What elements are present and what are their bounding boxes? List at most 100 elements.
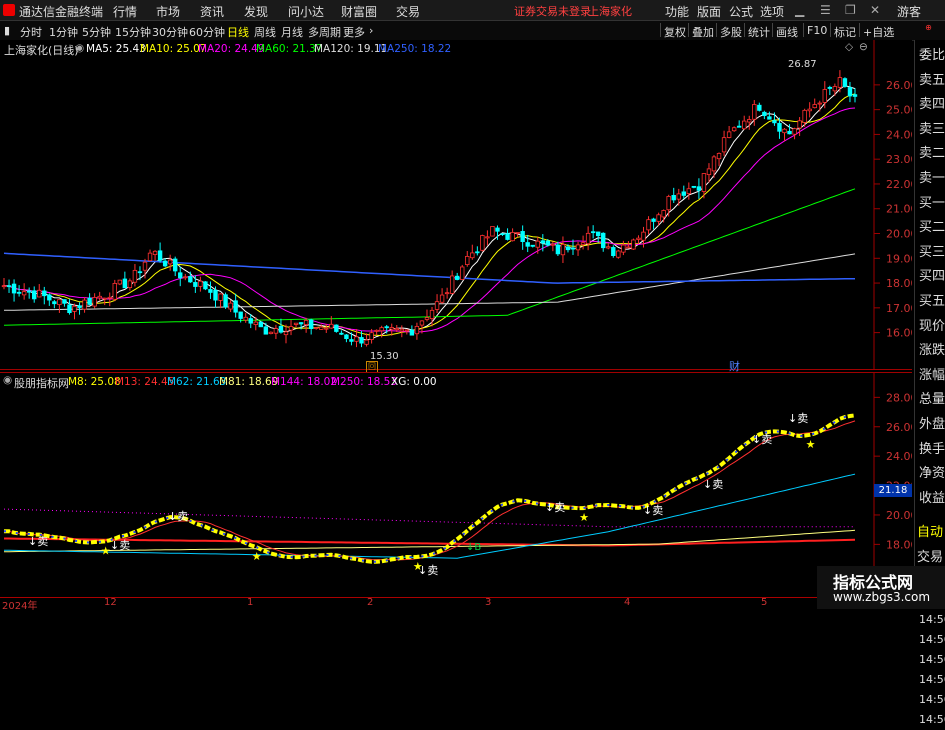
legend-toggle-icon[interactable]: ◉ (75, 42, 84, 54)
candle-body (424, 317, 430, 320)
panel-field-10[interactable]: 买五 (917, 290, 945, 315)
period-multi[interactable]: 多周期 (308, 24, 341, 40)
tool-draw[interactable]: 画线 (776, 24, 798, 40)
candle-body (434, 301, 440, 310)
menu-item-news[interactable]: 资讯 (200, 3, 224, 20)
period-intraday[interactable]: 分时 (20, 24, 42, 40)
panel-field-12[interactable]: 涨跌 (917, 339, 945, 364)
menu-item-wealth[interactable]: 财富圈 (341, 3, 377, 20)
sub-legend-toggle-icon[interactable]: ◉ (3, 374, 12, 386)
candle-body (273, 328, 279, 334)
legend-ma120: MA120: 19.11 (314, 43, 388, 55)
x-label-12: 12 (104, 597, 117, 608)
auto-trade-label[interactable]: 自动 (915, 521, 945, 546)
buy-signal: ↓B (466, 542, 482, 553)
panel-field-6[interactable]: 买一 (917, 192, 945, 217)
candle-body (510, 232, 515, 242)
legend-m13: M13: 24.45 (115, 376, 175, 388)
legend-m81: M81: 18.69 (219, 376, 279, 388)
candle-body (117, 279, 123, 285)
menu-options[interactable]: 选项 (760, 3, 784, 20)
candle-body (721, 137, 727, 153)
candle-body (752, 104, 757, 120)
period-daily[interactable]: 日线 (227, 24, 249, 40)
sell-signal-8: ↓卖 (788, 412, 809, 425)
close-icon[interactable]: ✕ (870, 3, 880, 17)
panel-field-1[interactable]: 卖五 (917, 69, 945, 94)
panel-field-3[interactable]: 卖三 (917, 118, 945, 143)
more-dropdown-icon[interactable]: › (369, 24, 373, 37)
panel-field-8[interactable]: 买三 (917, 241, 945, 266)
panel-field-9[interactable]: 买四 (917, 265, 945, 290)
period-60min[interactable]: 60分钟 (189, 24, 225, 40)
panel-field-14[interactable]: 总量 (917, 388, 945, 413)
period-1min[interactable]: 1分钟 (49, 24, 78, 40)
period-15min[interactable]: 15分钟 (115, 24, 151, 40)
candle-body (167, 259, 173, 265)
panel-field-13[interactable]: 涨幅 (917, 364, 945, 389)
minimize-icon[interactable]: ▁ (795, 3, 804, 17)
panel-field-4[interactable]: 卖二 (917, 142, 945, 167)
legend-ma10: MA10: 25.07 (140, 43, 207, 55)
candle-body (847, 87, 853, 97)
collapse-icon[interactable]: ⊖ (859, 41, 868, 53)
period-weekly[interactable]: 周线 (254, 24, 276, 40)
candle-body (475, 251, 480, 254)
main-legend: 上海家化(日线) ◉ MA5: 25.43 MA10: 25.07 MA20: … (0, 40, 874, 57)
panel-field-5[interactable]: 卖一 (917, 167, 945, 192)
period-more[interactable]: 更多 (343, 24, 365, 40)
panel-field-15[interactable]: 外盘 (917, 413, 945, 438)
panel-field-11[interactable]: 现价 (917, 315, 945, 340)
candle-body (696, 186, 702, 191)
tool-add-watchlist[interactable]: +自选 (863, 24, 894, 40)
candle-body (278, 325, 284, 333)
panel-field-16[interactable]: 换手 (917, 438, 945, 463)
panel-field-18[interactable]: 收益 (917, 487, 945, 512)
candle-body (822, 89, 827, 103)
diamond-icon[interactable]: ◇ (845, 41, 853, 53)
login-status[interactable]: 证券交易未登录 (514, 3, 591, 19)
menu-item-market[interactable]: 行情 (113, 3, 137, 20)
candle-body (364, 339, 369, 345)
panel-field-0[interactable]: 委比 (917, 44, 945, 69)
candle-body (777, 122, 782, 132)
menu-layout[interactable]: 版面 (697, 3, 721, 20)
menu-item-ask[interactable]: 问小达 (288, 3, 324, 20)
period-monthly[interactable]: 月线 (281, 24, 303, 40)
tool-adjust[interactable]: 复权 (664, 24, 686, 40)
menu-formula[interactable]: 公式 (729, 3, 753, 20)
restore-icon[interactable]: ❐ (845, 3, 856, 17)
period-5min[interactable]: 5分钟 (82, 24, 111, 40)
panel-field-7[interactable]: 买二 (917, 216, 945, 241)
menu-item-markets[interactable]: 市场 (156, 3, 180, 20)
candle-body (842, 78, 848, 87)
menu-item-trade[interactable]: 交易 (396, 3, 420, 20)
candle-body (243, 316, 248, 321)
settings-icon[interactable]: ☰ (820, 3, 831, 17)
tool-mark[interactable]: 标记 (834, 24, 856, 40)
indicator-chart[interactable]: 28.0026.0024.0022.0020.0018.00 ★★★★★★ (0, 372, 912, 597)
candlestick-chart[interactable]: 26.00 25.00 24.00 23.00 22.00 21.00 20.00 19.00… (0, 40, 912, 370)
candle-body (248, 318, 253, 324)
buy-star-icon: ★ (252, 550, 262, 563)
tool-stats[interactable]: 统计 (748, 24, 770, 40)
candle-body (419, 320, 425, 326)
tool-overlay[interactable]: 叠加 (692, 24, 714, 40)
main-ytick-label: 18.00 (886, 277, 912, 290)
candle-body (162, 260, 168, 267)
sub-ytick-label: 20.00 (886, 509, 912, 522)
menu-function[interactable]: 功能 (665, 3, 689, 20)
tool-f10[interactable]: F10 (807, 24, 827, 37)
tool-multi-stock[interactable]: 多股 (720, 24, 742, 40)
menu-item-discover[interactable]: 发现 (244, 3, 268, 20)
candle-body (62, 299, 67, 304)
period-30min[interactable]: 30分钟 (152, 24, 188, 40)
legend-ma20: MA20: 24.49 (198, 43, 265, 55)
sub-legend: ◉ 股朋指标网 M8: 25.08 M13: 24.45 M62: 21.63 … (0, 374, 874, 390)
panel-field-2[interactable]: 卖四 (917, 93, 945, 118)
candle-body (852, 94, 858, 97)
guest-label[interactable]: 游客 (897, 3, 921, 20)
candle-body (520, 231, 525, 243)
main-ytick-label: 20.00 (886, 228, 912, 241)
panel-field-17[interactable]: 净资 (917, 462, 945, 487)
